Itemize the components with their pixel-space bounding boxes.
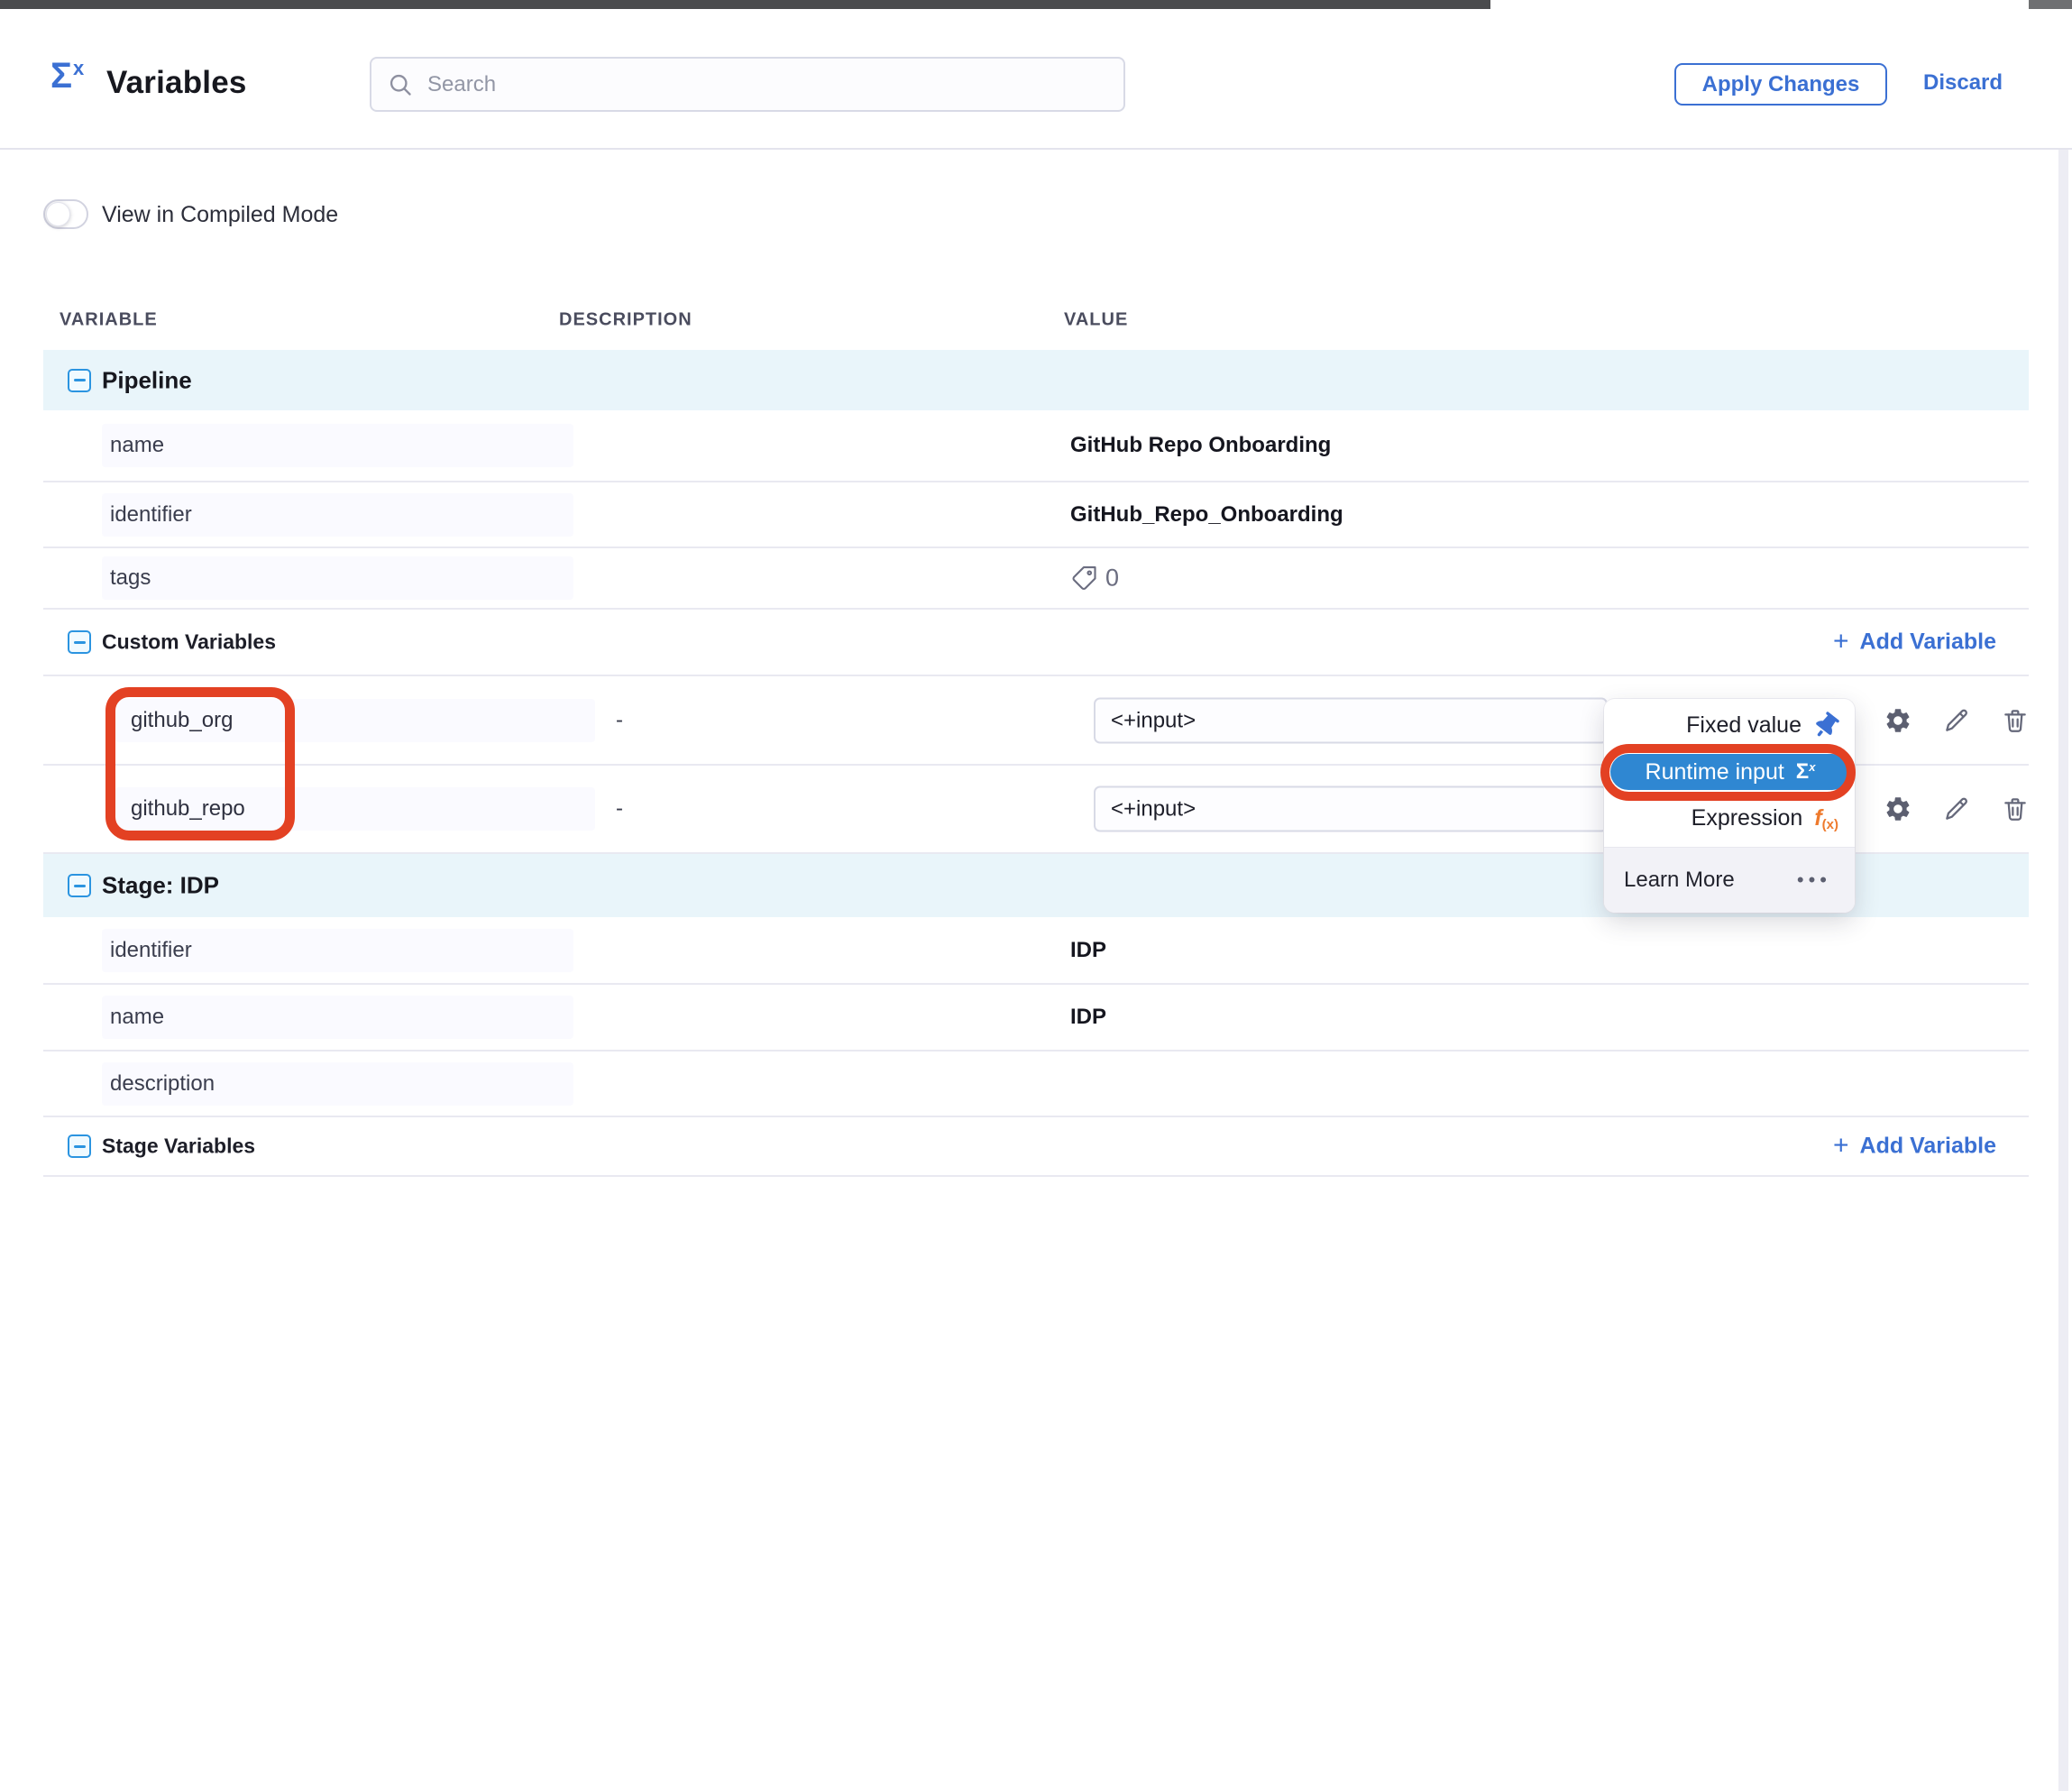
apply-changes-button[interactable]: Apply Changes bbox=[1674, 63, 1887, 106]
panel-header: Σx Variables Apply Changes Discard bbox=[0, 9, 2072, 150]
add-variable-button[interactable]: + Add Variable bbox=[1833, 629, 1996, 656]
edit-pencil-icon[interactable] bbox=[1941, 705, 1972, 736]
variable-label: name bbox=[102, 996, 573, 1039]
more-options-icon[interactable]: ••• bbox=[1797, 868, 1831, 892]
search-box bbox=[370, 57, 1125, 112]
tag-icon bbox=[1070, 565, 1097, 592]
section-row-pipeline: Pipeline bbox=[43, 350, 2029, 410]
variable-value: IDP bbox=[1070, 938, 1106, 963]
menu-item-expression[interactable]: Expression f(x) bbox=[1604, 791, 1855, 846]
section-title: Pipeline bbox=[102, 366, 192, 394]
settings-gear-icon[interactable] bbox=[1883, 705, 1913, 736]
table-row: name IDP bbox=[43, 985, 2029, 1052]
table-row: identifier IDP bbox=[43, 917, 2029, 985]
pin-icon bbox=[1813, 713, 1838, 739]
value-input[interactable]: <+input> bbox=[1094, 697, 1608, 743]
variable-label: description bbox=[102, 1062, 573, 1106]
plus-icon: + bbox=[1833, 1132, 1849, 1159]
plus-icon: + bbox=[1833, 628, 1849, 655]
tag-count: 0 bbox=[1105, 565, 1119, 592]
subsection-title: Stage Variables bbox=[102, 1134, 255, 1159]
value-input[interactable]: <+input> bbox=[1094, 786, 1608, 832]
subsection-row-stage-variables: Stage Variables + Add Variable bbox=[43, 1117, 2029, 1177]
variable-description: - bbox=[616, 796, 623, 822]
collapse-icon[interactable] bbox=[68, 630, 91, 654]
menu-footer: Learn More ••• bbox=[1604, 847, 1855, 913]
variable-label: name bbox=[102, 424, 573, 467]
fx-icon: f(x) bbox=[1814, 805, 1838, 832]
table-header-row: VARIABLE DESCRIPTION VALUE bbox=[43, 290, 2029, 350]
delete-trash-icon[interactable] bbox=[2000, 794, 2031, 824]
menu-item-runtime-input[interactable]: Runtime input Σx bbox=[1610, 754, 1850, 790]
variable-value: GitHub Repo Onboarding bbox=[1070, 433, 1331, 458]
settings-gear-icon[interactable] bbox=[1883, 794, 1913, 824]
learn-more-link[interactable]: Learn More bbox=[1624, 868, 1735, 893]
variable-value: IDP bbox=[1070, 1005, 1106, 1030]
variable-label: identifier bbox=[102, 493, 573, 537]
search-input[interactable] bbox=[370, 57, 1125, 112]
edit-pencil-icon[interactable] bbox=[1941, 794, 1972, 824]
column-header-variable: VARIABLE bbox=[60, 310, 158, 331]
table-row: identifier GitHub_Repo_Onboarding bbox=[43, 482, 2029, 548]
page-title: Variables bbox=[106, 65, 247, 101]
compiled-mode-label: View in Compiled Mode bbox=[102, 202, 338, 228]
menu-item-fixed-value[interactable]: Fixed value bbox=[1604, 699, 1855, 752]
row-actions bbox=[1883, 705, 2031, 736]
compiled-mode-toggle[interactable] bbox=[43, 199, 88, 229]
delete-trash-icon[interactable] bbox=[2000, 705, 2031, 736]
vertical-scrollbar[interactable] bbox=[2058, 9, 2068, 1791]
subsection-title: Custom Variables bbox=[102, 630, 276, 655]
section-title: Stage: IDP bbox=[102, 872, 219, 900]
window-top-bar bbox=[0, 0, 1490, 9]
collapse-icon[interactable] bbox=[68, 369, 91, 392]
window-top-bar-corner bbox=[2029, 0, 2072, 9]
header-divider bbox=[0, 148, 2072, 150]
toggle-knob bbox=[46, 202, 70, 226]
column-header-description: DESCRIPTION bbox=[559, 310, 692, 331]
table-row: name GitHub Repo Onboarding bbox=[43, 410, 2029, 482]
table-row: description bbox=[43, 1052, 2029, 1117]
collapse-icon[interactable] bbox=[68, 1134, 91, 1158]
search-icon bbox=[388, 72, 413, 97]
variable-description: - bbox=[616, 708, 623, 733]
subsection-row-custom-variables: Custom Variables + Add Variable bbox=[43, 610, 2029, 676]
tags-value: 0 bbox=[1070, 565, 1119, 592]
column-header-value: VALUE bbox=[1064, 310, 1128, 331]
variable-name: github_repo bbox=[115, 787, 595, 831]
discard-button[interactable]: Discard bbox=[1923, 70, 2003, 96]
variable-value: GitHub_Repo_Onboarding bbox=[1070, 502, 1343, 528]
value-type-menu: Fixed value Runtime input Σx Expression … bbox=[1604, 699, 1855, 913]
table-row: tags 0 bbox=[43, 548, 2029, 610]
variable-name: github_org bbox=[115, 699, 595, 742]
add-variable-button[interactable]: + Add Variable bbox=[1833, 1134, 1996, 1160]
variable-label: identifier bbox=[102, 929, 573, 972]
collapse-icon[interactable] bbox=[68, 874, 91, 897]
sigma-x-icon: Σx bbox=[1796, 759, 1816, 785]
sigma-x-icon: Σx bbox=[50, 58, 84, 94]
variable-label: tags bbox=[102, 556, 573, 600]
row-actions bbox=[1883, 794, 2031, 824]
